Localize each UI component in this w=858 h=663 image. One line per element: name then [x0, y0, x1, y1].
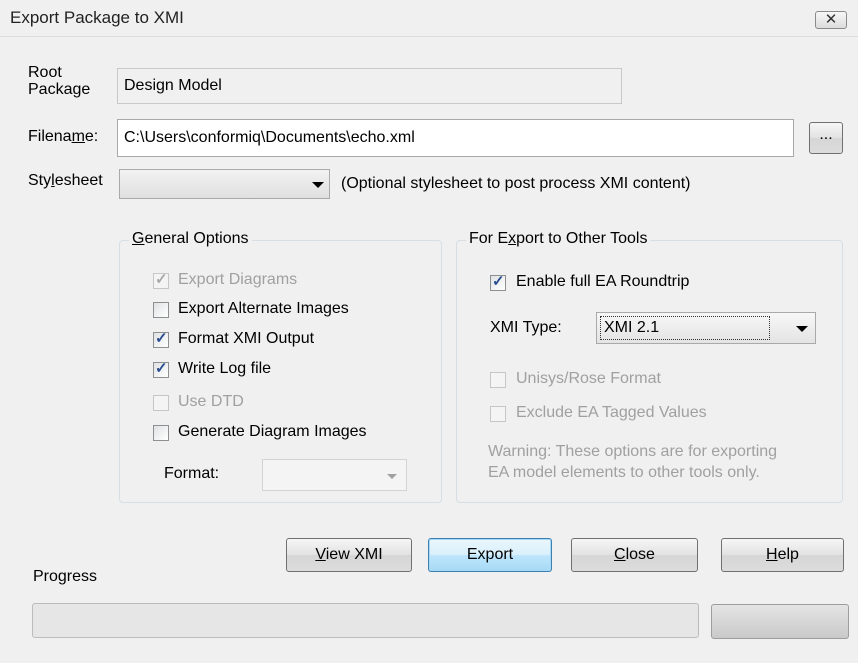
format-xmi-output-checkbox[interactable]	[153, 329, 169, 348]
write-log-file-checkbox[interactable]	[153, 359, 169, 378]
root-package-field: Design Model	[117, 68, 622, 104]
progress-bar	[32, 603, 699, 638]
filename-value: C:\Users\conformiq\Documents\echo.xml	[124, 129, 415, 146]
enable-roundtrip-label: Enable full EA Roundtrip	[516, 273, 690, 290]
export-alternate-images-checkbox[interactable]	[153, 302, 169, 318]
warning-text: Warning: These options are for exporting…	[488, 443, 778, 481]
write-log-file-label: Write Log file	[178, 360, 272, 377]
stylesheet-label: Stylesheet	[28, 172, 103, 189]
general-options-title: General Options	[129, 230, 252, 248]
xmi-type-selected-value: XMI 2.1	[604, 319, 660, 336]
view-xmi-button[interactable]: View XMI	[286, 538, 412, 572]
xmi-type-select[interactable]: XMI 2.1	[596, 312, 816, 344]
export-button[interactable]: Export	[428, 538, 552, 572]
chevron-down-icon	[387, 474, 397, 479]
cancel-progress-button[interactable]	[711, 604, 849, 639]
generate-diagram-images-checkbox[interactable]	[153, 425, 169, 441]
format-xmi-output-label: Format XMI Output	[178, 330, 315, 347]
stylesheet-hint: (Optional stylesheet to post process XMI…	[341, 175, 691, 192]
close-button[interactable]: Close	[571, 538, 698, 572]
export-diagrams-label: Export Diagrams	[178, 271, 298, 288]
progress-label: Progress	[33, 568, 98, 585]
chevron-down-icon	[312, 182, 324, 188]
root-package-value: Design Model	[124, 77, 222, 94]
unisys-rose-label: Unisys/Rose Format	[516, 370, 661, 387]
export-alternate-images-label: Export Alternate Images	[178, 300, 349, 317]
exclude-tagged-values-label: Exclude EA Tagged Values	[516, 404, 707, 421]
xmi-type-label: XMI Type:	[490, 319, 562, 336]
use-dtd-checkbox[interactable]	[153, 395, 169, 411]
window-title: Export Package to XMI	[10, 8, 184, 27]
generate-diagram-images-label: Generate Diagram Images	[178, 423, 367, 440]
export-diagrams-checkbox[interactable]	[153, 270, 169, 289]
filename-label: Filename:	[28, 128, 99, 145]
exclude-tagged-values-checkbox[interactable]	[490, 406, 506, 422]
unisys-rose-checkbox[interactable]	[490, 372, 506, 388]
browse-button[interactable]: ...	[809, 122, 843, 154]
stylesheet-select[interactable]	[119, 169, 330, 199]
close-icon: ✕	[824, 11, 838, 28]
root-package-label: Root Package	[28, 64, 91, 98]
enable-roundtrip-checkbox[interactable]	[490, 272, 506, 291]
use-dtd-label: Use DTD	[178, 393, 244, 410]
format-label: Format:	[164, 465, 220, 482]
filename-input[interactable]: C:\Users\conformiq\Documents\echo.xml	[117, 119, 794, 157]
other-tools-title: For Export to Other Tools	[466, 230, 651, 248]
chevron-down-icon	[796, 326, 808, 332]
window-close-button[interactable]: ✕	[815, 11, 847, 29]
format-select[interactable]	[262, 459, 407, 491]
help-button[interactable]: Help	[721, 538, 844, 572]
